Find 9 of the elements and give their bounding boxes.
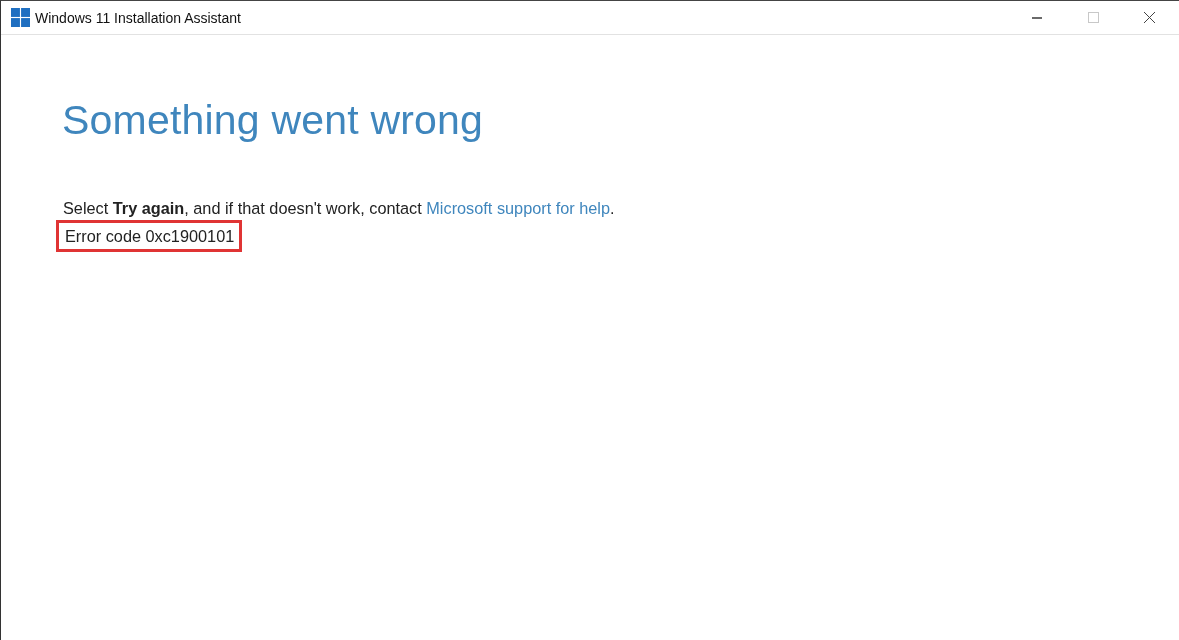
close-icon bbox=[1141, 10, 1157, 25]
maximize-icon bbox=[1085, 10, 1101, 25]
support-link[interactable]: Microsoft support for help bbox=[426, 199, 610, 217]
error-heading: Something went wrong bbox=[62, 97, 485, 144]
windows-logo-icon bbox=[11, 8, 30, 27]
error-message: Select Try again, and if that doesn't work, contact Microsoft support for help. bbox=[63, 198, 616, 219]
error-code: Error code 0xc1900101 bbox=[56, 220, 243, 252]
window-title: Windows 11 Installation Assistant bbox=[35, 9, 241, 26]
minimize-icon bbox=[1032, 16, 1042, 19]
